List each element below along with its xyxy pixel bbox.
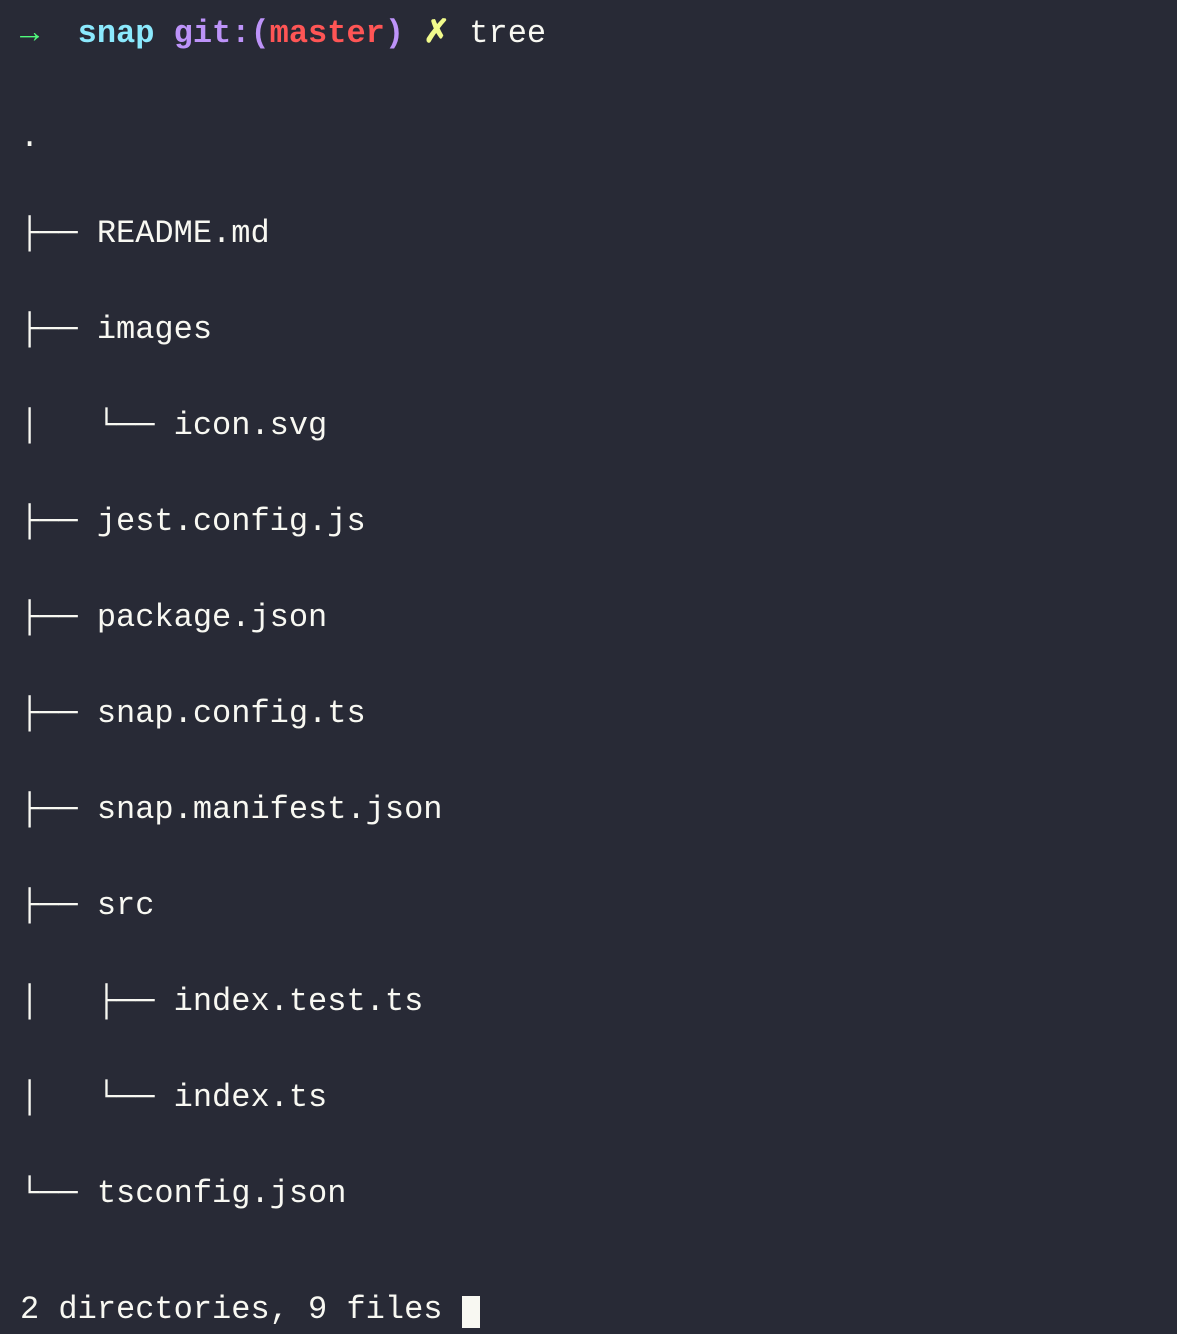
tree-root: . <box>20 114 1157 162</box>
prompt-cwd: snap <box>78 15 155 52</box>
tree-output: . ├── README.md ├── images │ └── icon.sv… <box>20 66 1157 1266</box>
tree-line: │ └── icon.svg <box>20 402 1157 450</box>
prompt-dirty-marker-icon: ✗ <box>423 15 450 52</box>
tree-line: │ ├── index.test.ts <box>20 978 1157 1026</box>
prompt-git-branch: master <box>270 15 385 52</box>
tree-line: ├── snap.config.ts <box>20 690 1157 738</box>
tree-line: └── tsconfig.json <box>20 1170 1157 1218</box>
tree-line: ├── snap.manifest.json <box>20 786 1157 834</box>
prompt-git-paren-open: ( <box>250 15 269 52</box>
prompt-git-paren-close: ) <box>385 15 404 52</box>
tree-line: ├── README.md <box>20 210 1157 258</box>
tree-summary: 2 directories, 9 files <box>20 1286 1157 1334</box>
terminal-cursor <box>462 1296 480 1328</box>
tree-line: ├── jest.config.js <box>20 498 1157 546</box>
tree-line: │ └── index.ts <box>20 1074 1157 1122</box>
tree-line: ├── src <box>20 882 1157 930</box>
tree-line: ├── images <box>20 306 1157 354</box>
shell-prompt-line: → snap git:(master) ✗ tree <box>20 10 1157 58</box>
tree-line: ├── package.json <box>20 594 1157 642</box>
prompt-arrow-icon: → <box>20 15 39 52</box>
prompt-command[interactable]: tree <box>469 15 546 52</box>
prompt-git-label: git: <box>174 15 251 52</box>
